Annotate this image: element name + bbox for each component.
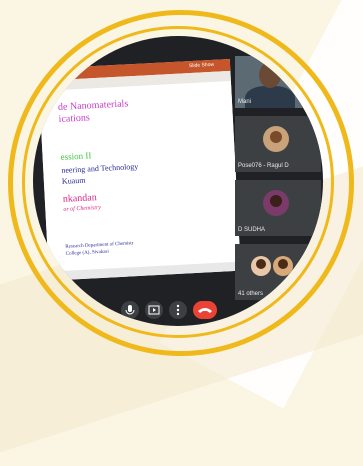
slide-title-line: ications: [58, 112, 91, 125]
participant-tile[interactable]: 41 others: [235, 244, 321, 300]
slide-session-line: ession II: [60, 150, 92, 162]
avatar: [263, 190, 289, 216]
shared-presentation: Slide Show de Nanomaterials ications ess…: [38, 58, 241, 281]
hang-up-icon[interactable]: [193, 301, 217, 319]
presentation-app-name: Slide Show: [188, 61, 215, 70]
slide-department-line: Research Department of Chemistr: [65, 241, 134, 250]
avatar: [263, 126, 289, 152]
slide-speaker-title: or of Chemistry: [63, 204, 102, 213]
mic-icon[interactable]: [121, 301, 139, 319]
participant-tile[interactable]: D SUDHA: [235, 180, 321, 236]
slide-title-line: de Nanomaterials: [57, 98, 129, 113]
slide-department-line: College (A), Sivakasi: [65, 249, 109, 257]
participant-name: Mani: [238, 99, 252, 105]
avatar: [251, 256, 271, 276]
slide-speaker-name: nkandan: [62, 192, 97, 205]
present-icon[interactable]: [145, 301, 163, 319]
slide-college-line: Kuaum: [61, 175, 86, 186]
participant-grid: Mani Pose076 - Ragul D D SUDHA 41 others: [235, 56, 323, 316]
slide-college-line: neering and Technology: [61, 161, 139, 175]
participant-tile[interactable]: Pose076 - Ragul D: [235, 116, 321, 172]
participant-name: 41 others: [238, 291, 264, 297]
participant-video: [245, 86, 295, 108]
participant-video: [259, 62, 281, 88]
participant-tile[interactable]: Mani: [235, 56, 321, 108]
meeting-photo: Slide Show de Nanomaterials ications ess…: [33, 36, 323, 326]
participant-name: D SUDHA: [238, 227, 266, 233]
avatar: [273, 256, 293, 276]
more-options-icon[interactable]: [169, 301, 187, 319]
meeting-controls: [121, 301, 251, 321]
video-call-screen: Slide Show de Nanomaterials ications ess…: [33, 36, 323, 326]
slide-content: de Nanomaterials ications ession II neer…: [39, 80, 241, 271]
participant-name: Pose076 - Ragul D: [238, 163, 289, 169]
